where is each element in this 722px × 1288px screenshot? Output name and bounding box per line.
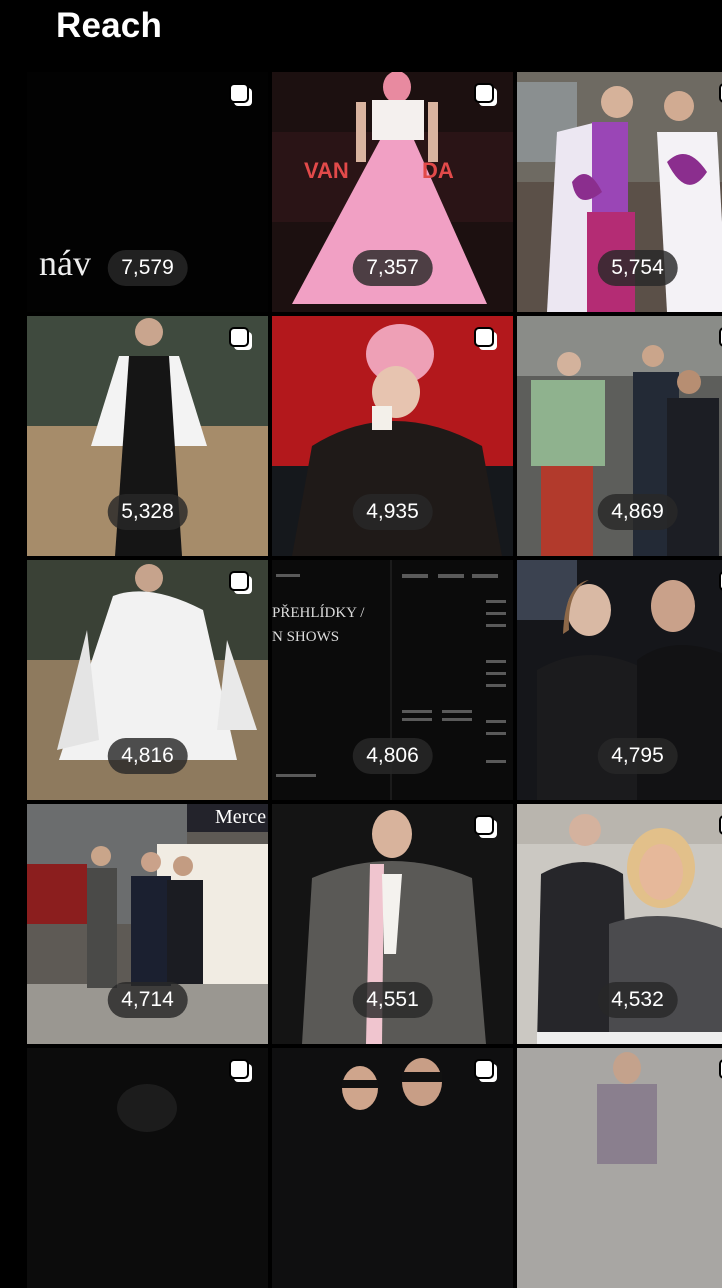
post-tile[interactable]: 4,532	[517, 804, 722, 1044]
reach-count: 4,795	[597, 738, 678, 774]
page-title: Reach	[56, 6, 163, 45]
post-tile[interactable]	[272, 1048, 513, 1288]
reach-count: 4,532	[597, 982, 678, 1018]
multi-photo-icon	[229, 571, 252, 594]
reach-count: 4,935	[352, 494, 433, 530]
post-tile[interactable]: 4,551	[272, 804, 513, 1044]
post-tile[interactable]: 4,816	[27, 560, 268, 800]
reach-count: 4,551	[352, 982, 433, 1018]
multi-photo-icon	[719, 1059, 722, 1079]
post-tile[interactable]: 5,754	[517, 72, 722, 312]
reach-count: 4,806	[352, 738, 433, 774]
multi-photo-icon	[474, 1059, 497, 1082]
multi-photo-icon	[719, 815, 722, 835]
reach-count: 7,357	[352, 250, 433, 286]
post-tile[interactable]: 4,869	[517, 316, 722, 556]
multi-photo-icon	[719, 571, 722, 591]
post-grid: náv 7,579 VAN DA 7,357 5,754 5,328 4,935…	[27, 72, 722, 1288]
post-thumbnail	[517, 1048, 722, 1288]
multi-photo-icon	[474, 815, 497, 838]
reach-count: 4,869	[597, 494, 678, 530]
multi-photo-icon	[474, 327, 497, 350]
multi-photo-icon	[474, 83, 497, 106]
post-overlay-text: náv	[39, 243, 91, 283]
reach-count: 5,754	[597, 250, 678, 286]
post-overlay-line: N SHOWS	[272, 629, 340, 645]
post-tile[interactable]	[517, 1048, 722, 1288]
post-overlay-line: PŘEHLÍDKY /	[272, 605, 365, 621]
post-tile[interactable]: 4,795	[517, 560, 722, 800]
multi-photo-icon	[229, 1059, 252, 1082]
post-tile[interactable]: 4,935	[272, 316, 513, 556]
multi-photo-icon	[719, 327, 722, 347]
multi-photo-icon	[229, 327, 252, 350]
header: Reach	[0, 0, 722, 62]
post-tile[interactable]: PŘEHLÍDKY / N SHOWS 4,806	[272, 560, 513, 800]
post-overlay-text: Merce	[215, 806, 267, 828]
reach-count: 5,328	[107, 494, 188, 530]
reach-count: 7,579	[107, 250, 188, 286]
post-overlay-text-fragment: DA	[422, 158, 454, 183]
post-tile[interactable]: VAN DA 7,357	[272, 72, 513, 312]
reach-count: 4,816	[107, 738, 188, 774]
post-overlay-text: VAN	[304, 158, 349, 183]
multi-photo-icon	[719, 83, 722, 103]
multi-photo-icon	[229, 83, 252, 106]
post-tile[interactable]: náv 7,579	[27, 72, 268, 312]
post-tile[interactable]	[27, 1048, 268, 1288]
post-tile[interactable]: Merce 4,714	[27, 804, 268, 1044]
post-tile[interactable]: 5,328	[27, 316, 268, 556]
reach-count: 4,714	[107, 982, 188, 1018]
